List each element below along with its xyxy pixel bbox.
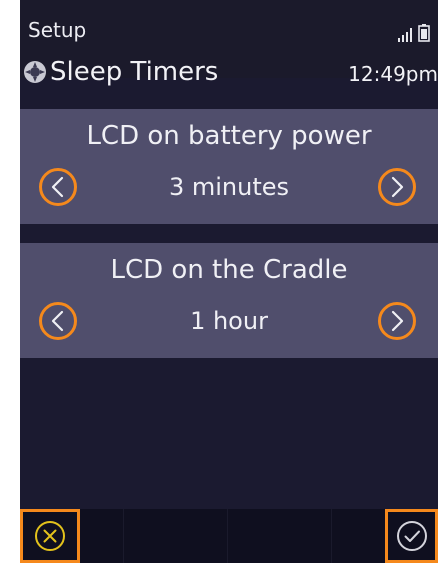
footer-cell bbox=[124, 509, 228, 563]
increase-button[interactable] bbox=[378, 302, 416, 340]
increase-button[interactable] bbox=[378, 168, 416, 206]
setting-lcd-battery: LCD on battery power 3 minutes bbox=[20, 109, 438, 224]
setting-value: 3 minutes bbox=[168, 173, 290, 201]
cancel-x-icon bbox=[35, 521, 65, 551]
signal-bars-icon bbox=[398, 28, 412, 42]
device-screen: Setup Sleep Timers 12:49pm LCD on batter… bbox=[20, 0, 438, 563]
clock-time: 12:49pm bbox=[348, 62, 438, 86]
page-header: Sleep Timers 12:49pm bbox=[20, 53, 438, 89]
cancel-button[interactable] bbox=[20, 509, 80, 563]
setting-lcd-cradle: LCD on the Cradle 1 hour bbox=[20, 243, 438, 358]
footer-cell bbox=[228, 509, 332, 563]
footer-bar bbox=[20, 509, 438, 563]
status-icons bbox=[398, 20, 430, 42]
chevron-right-icon bbox=[391, 310, 404, 332]
page-title: Sleep Timers bbox=[50, 57, 219, 87]
chevron-right-icon bbox=[391, 176, 404, 198]
setting-label: LCD on battery power bbox=[86, 121, 372, 151]
confirm-check-icon bbox=[396, 521, 427, 551]
sleep-timer-icon bbox=[24, 61, 46, 83]
setting-value: 1 hour bbox=[190, 307, 268, 335]
section-label: Setup bbox=[28, 18, 87, 42]
setting-label: LCD on the Cradle bbox=[110, 255, 348, 285]
confirm-button[interactable] bbox=[385, 509, 438, 563]
battery-icon bbox=[418, 24, 430, 42]
